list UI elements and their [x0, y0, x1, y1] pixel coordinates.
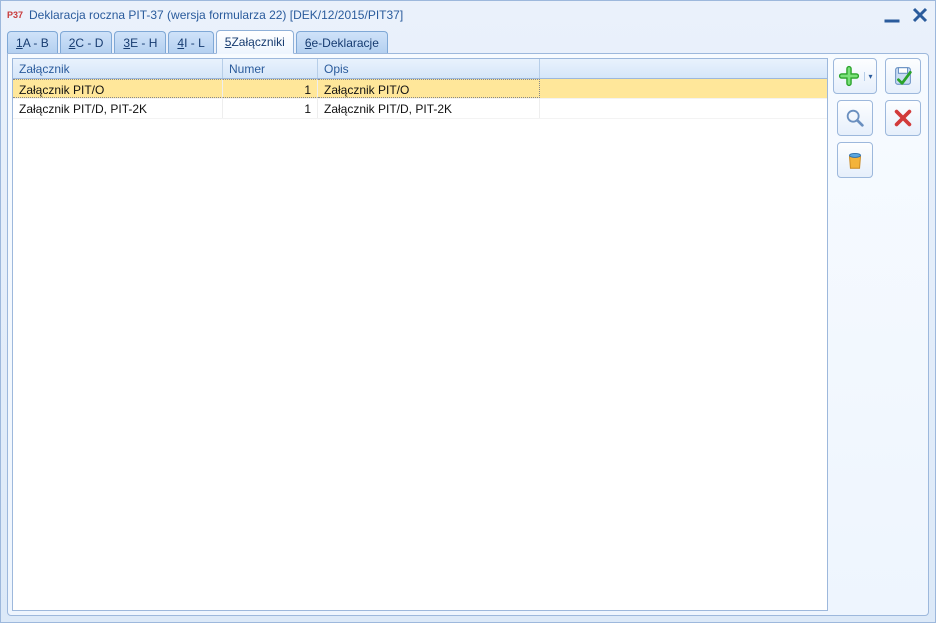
plus-icon: [838, 65, 860, 87]
content-area: Załącznik Numer Opis Załącznik PIT/O1Zał…: [12, 58, 876, 611]
cell-opis: Załącznik PIT/O: [318, 79, 540, 98]
window-frame: P37 Deklaracja roczna PIT-37 (wersja for…: [0, 0, 936, 623]
preview-button[interactable]: [837, 100, 873, 136]
tab-6[interactable]: 6 e-Deklaracje: [296, 31, 388, 53]
titlebar: P37 Deklaracja roczna PIT-37 (wersja for…: [1, 1, 935, 29]
column-header-numer[interactable]: Numer: [223, 59, 318, 78]
tab-1[interactable]: 1 A - B: [7, 31, 58, 53]
tab-strip: 1 A - B2 C - D3 E - H4 I - L5 Załączniki…: [1, 29, 935, 53]
cell-numer: 1: [223, 79, 318, 98]
magnifier-icon: [844, 107, 866, 129]
client-area: Załącznik Numer Opis Załącznik PIT/O1Zał…: [7, 53, 929, 616]
tab-2[interactable]: 2 C - D: [60, 31, 113, 53]
column-header-zalacznik[interactable]: Załącznik: [13, 59, 223, 78]
add-dropdown-arrow[interactable]: ▾: [864, 72, 876, 81]
grid-body[interactable]: Załącznik PIT/O1Załącznik PIT/OZałącznik…: [13, 79, 827, 610]
cell-numer: 1: [223, 99, 318, 118]
column-header-spacer: [540, 59, 827, 78]
tab-5[interactable]: 5 Załączniki: [216, 30, 294, 54]
close-icon: [892, 107, 914, 129]
minimize-button[interactable]: [883, 7, 901, 23]
floppy-check-icon: [892, 65, 914, 87]
grid-header: Załącznik Numer Opis: [13, 59, 827, 79]
trash-icon: [844, 149, 866, 171]
delete-button[interactable]: [837, 142, 873, 178]
cell-zalacznik: Załącznik PIT/D, PIT-2K: [13, 99, 223, 118]
column-header-opis[interactable]: Opis: [318, 59, 540, 78]
cell-zalacznik: Załącznik PIT/O: [13, 79, 223, 98]
cancel-button[interactable]: [885, 100, 921, 136]
app-icon: P37: [7, 7, 23, 23]
dialog-toolbar: [882, 58, 924, 611]
grid-toolbar: ▾: [834, 58, 876, 611]
add-button[interactable]: ▾: [833, 58, 877, 94]
cell-opis: Załącznik PIT/D, PIT-2K: [318, 99, 540, 118]
window-title: Deklaracja roczna PIT-37 (wersja formula…: [29, 8, 883, 22]
tab-4[interactable]: 4 I - L: [168, 31, 213, 53]
attachment-grid: Załącznik Numer Opis Załącznik PIT/O1Zał…: [12, 58, 828, 611]
save-button[interactable]: [885, 58, 921, 94]
window-controls: [883, 7, 929, 23]
tab-3[interactable]: 3 E - H: [114, 31, 166, 53]
close-button[interactable]: [911, 7, 929, 23]
table-row[interactable]: Załącznik PIT/D, PIT-2K1Załącznik PIT/D,…: [13, 99, 827, 119]
table-row[interactable]: Załącznik PIT/O1Załącznik PIT/O: [13, 79, 827, 99]
